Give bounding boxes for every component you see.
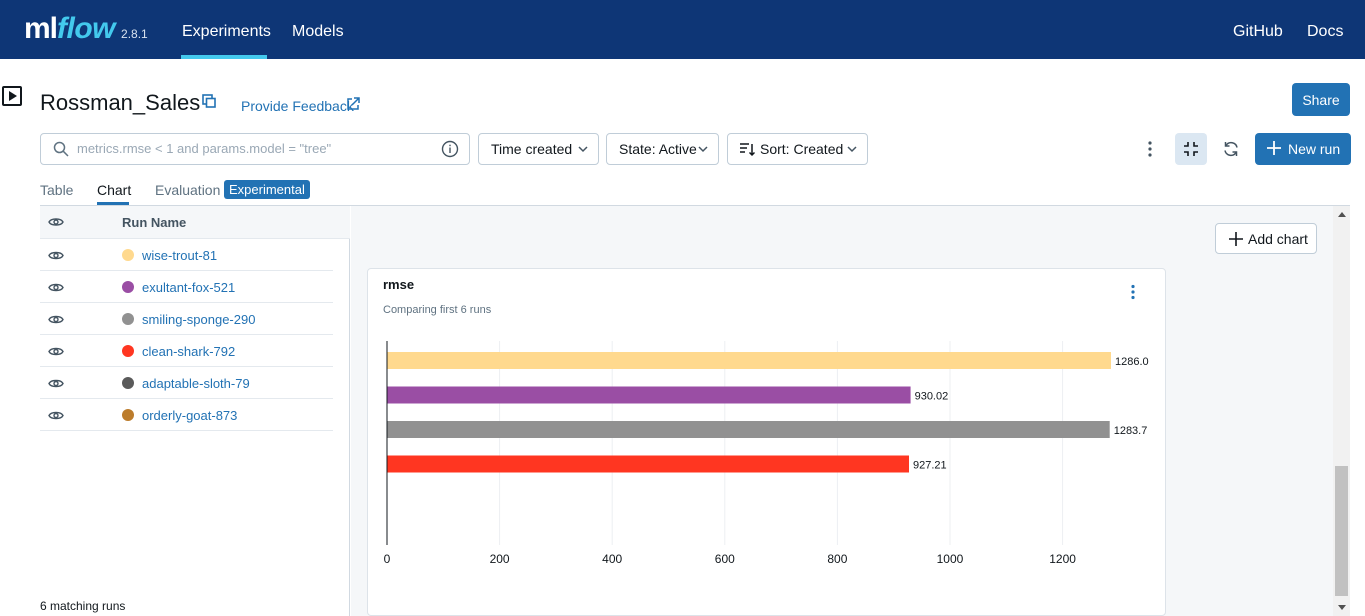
run-color-dot[interactable]: [122, 281, 134, 293]
x-tick-label: 1200: [1049, 552, 1076, 566]
run-name-link[interactable]: exultant-fox-521: [142, 280, 235, 295]
new-run-label: New run: [1288, 141, 1341, 157]
copy-icon[interactable]: [202, 94, 216, 108]
run-row[interactable]: exultant-fox-521: [40, 271, 333, 303]
x-tick-label: 200: [490, 552, 510, 566]
run-color-dot[interactable]: [122, 345, 134, 357]
x-tick-label: 0: [384, 552, 391, 566]
tab-chart[interactable]: Chart: [97, 182, 131, 198]
eye-icon[interactable]: [48, 378, 64, 389]
nav-docs[interactable]: Docs: [1307, 23, 1343, 41]
sort-icon: [740, 143, 755, 157]
tab-table[interactable]: Table: [40, 182, 73, 198]
run-name-link[interactable]: adaptable-sloth-79: [142, 376, 250, 391]
info-icon[interactable]: [441, 140, 459, 158]
time-created-dropdown[interactable]: Time created: [478, 133, 599, 165]
run-name-link[interactable]: orderly-goat-873: [142, 408, 237, 423]
more-options-icon[interactable]: [1146, 140, 1154, 158]
compact-view-button[interactable]: [1175, 133, 1207, 165]
nav-github[interactable]: GitHub: [1233, 23, 1283, 41]
top-nav: ml flow 2.8.1 Experiments Models GitHub …: [0, 0, 1365, 59]
eye-icon[interactable]: [48, 346, 64, 357]
nav-models[interactable]: Models: [292, 23, 344, 41]
chevron-down-icon: [578, 146, 588, 153]
search-box[interactable]: [40, 133, 470, 165]
bar-value-label: 930.02: [915, 391, 949, 403]
external-link-icon[interactable]: [346, 97, 360, 111]
new-run-button[interactable]: New run: [1255, 133, 1351, 165]
page-title: Rossman_Sales: [40, 90, 201, 115]
run-name-header: Run Name: [122, 215, 187, 230]
runs-panel: Run Name wise-trout-81 exultant-fox-521 sm…: [40, 206, 350, 616]
scrollbar-thumb[interactable]: [1335, 466, 1348, 596]
experimental-badge: Experimental: [224, 180, 310, 199]
bar: [387, 352, 1111, 369]
run-row[interactable]: smiling-sponge-290: [40, 303, 333, 335]
x-tick-label: 800: [827, 552, 847, 566]
eye-icon[interactable]: [48, 216, 64, 228]
refresh-icon[interactable]: [1222, 140, 1240, 158]
matching-runs-count: 6 matching runs: [40, 599, 126, 613]
bar: [387, 386, 911, 404]
sidebar-toggle-icon[interactable]: [2, 86, 22, 106]
scroll-up-arrow-icon[interactable]: [1338, 212, 1346, 217]
tab-evaluation[interactable]: Evaluation: [155, 182, 220, 198]
version-label: 2.8.1: [121, 27, 148, 41]
bar-value-label: 1283.7: [1114, 425, 1148, 437]
run-color-dot[interactable]: [122, 313, 134, 325]
vertical-scrollbar[interactable]: [1333, 206, 1350, 616]
search-icon: [53, 141, 69, 157]
plus-icon: [1267, 141, 1281, 155]
search-input[interactable]: [77, 141, 437, 156]
eye-icon[interactable]: [48, 410, 64, 421]
run-color-dot[interactable]: [122, 249, 134, 261]
run-row[interactable]: adaptable-sloth-79: [40, 367, 333, 399]
run-row[interactable]: orderly-goat-873: [40, 399, 333, 431]
run-name-link[interactable]: clean-shark-792: [142, 344, 235, 359]
bar-value-label: 927.21: [913, 460, 947, 472]
chart-title: rmse: [383, 277, 415, 292]
chart-card: 1286.0 930.02 1283.7 927.21 0 200 400 600 800 100…: [367, 268, 1166, 616]
run-name-link[interactable]: smiling-sponge-290: [142, 312, 255, 327]
chevron-down-icon: [847, 146, 857, 153]
state-dropdown[interactable]: State: Active: [606, 133, 719, 165]
sort-label: Sort: Created: [760, 141, 844, 157]
run-row[interactable]: wise-trout-81: [40, 239, 333, 271]
share-button[interactable]: Share: [1292, 83, 1350, 116]
sort-dropdown[interactable]: Sort: Created: [727, 133, 868, 165]
plus-icon: [1229, 232, 1243, 246]
collapse-icon: [1184, 142, 1198, 156]
logo-flow: flow: [57, 12, 116, 45]
bar: [387, 421, 1110, 438]
scroll-down-arrow-icon[interactable]: [1338, 605, 1346, 610]
bar-chart[interactable]: 1286.0 930.02 1283.7 927.21 0 200 400 600 800 100…: [368, 269, 1165, 615]
run-name-link[interactable]: wise-trout-81: [142, 248, 217, 263]
state-label: State: Active: [619, 141, 697, 157]
logo-ml: ml: [24, 12, 58, 45]
runs-table-header: Run Name: [40, 206, 350, 239]
x-tick-label: 600: [715, 552, 735, 566]
bar-value-label: 1286.0: [1115, 356, 1149, 368]
chart-subtitle: Comparing first 6 runs: [383, 304, 492, 316]
bar: [387, 455, 910, 473]
x-tick-label: 400: [602, 552, 622, 566]
eye-icon[interactable]: [48, 282, 64, 293]
nav-active-underline: [181, 55, 267, 59]
provide-feedback-link[interactable]: Provide Feedback: [241, 98, 354, 114]
add-chart-button[interactable]: Add chart: [1215, 223, 1317, 254]
run-row[interactable]: clean-shark-792: [40, 335, 333, 367]
eye-icon[interactable]: [48, 314, 64, 325]
run-color-dot[interactable]: [122, 409, 134, 421]
mlflow-logo[interactable]: ml flow 2.8.1: [24, 12, 148, 48]
time-created-label: Time created: [491, 141, 573, 157]
x-tick-label: 1000: [937, 552, 964, 566]
chart-menu-icon[interactable]: [1130, 284, 1136, 300]
nav-experiments[interactable]: Experiments: [182, 23, 271, 41]
add-chart-label: Add chart: [1248, 231, 1308, 247]
eye-icon[interactable]: [48, 250, 64, 261]
run-color-dot[interactable]: [122, 377, 134, 389]
chevron-down-icon: [698, 146, 708, 153]
